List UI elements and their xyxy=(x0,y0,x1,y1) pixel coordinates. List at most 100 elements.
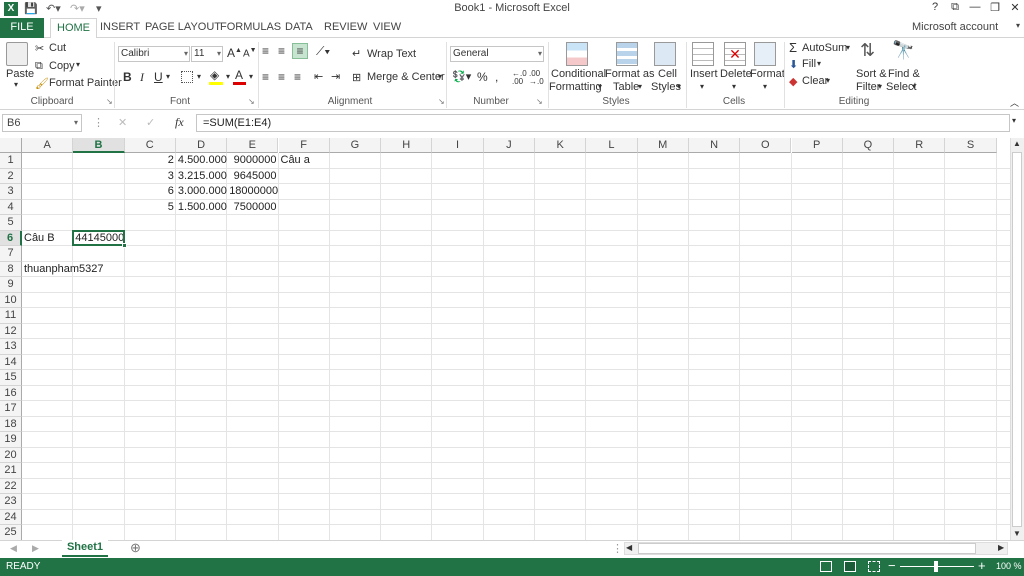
tab-split-handle-icon[interactable]: ⋮ xyxy=(612,542,623,555)
tab-formulas[interactable]: FORMULAS xyxy=(214,18,287,38)
delete-cells-button[interactable]: Delete xyxy=(720,68,752,80)
row-header-24[interactable]: 24 xyxy=(0,509,22,525)
increase-decimal-icon[interactable]: ←.0.00 xyxy=(512,70,527,86)
row-header-9[interactable]: 9 xyxy=(0,277,22,293)
sort-filter-line1[interactable]: Sort & xyxy=(856,68,887,80)
format-painter-icon[interactable]: 🖌 xyxy=(35,77,49,90)
row-header-22[interactable]: 22 xyxy=(0,478,22,494)
font-color-icon[interactable]: A xyxy=(235,68,243,82)
align-center-icon[interactable]: ≡ xyxy=(278,70,285,84)
cell-e3[interactable]: 18000000 xyxy=(229,184,278,199)
sort-filter-line2[interactable]: Filter xyxy=(856,81,880,93)
format-as-table-dropdown-icon[interactable]: ▾ xyxy=(638,82,642,91)
copy-icon[interactable]: ⧉ xyxy=(35,60,43,73)
paste-icon[interactable] xyxy=(6,42,28,66)
percent-icon[interactable]: % xyxy=(477,70,488,84)
currency-icon[interactable]: 💱▾ xyxy=(452,70,471,83)
column-header-b[interactable]: B xyxy=(73,138,125,153)
cut-icon[interactable]: ✂ xyxy=(35,42,44,55)
decrease-decimal-icon[interactable]: .00 →.0 xyxy=(529,70,544,86)
cell-d2[interactable]: 3.215.000 xyxy=(178,169,227,184)
column-header-a[interactable]: A xyxy=(22,138,74,153)
row-header-6[interactable]: 6 xyxy=(0,230,22,246)
format-painter-button[interactable]: Format Painter xyxy=(49,77,122,89)
select-all-corner[interactable] xyxy=(0,138,22,153)
column-header-g[interactable]: G xyxy=(329,138,382,153)
next-sheet-icon[interactable]: ▶ xyxy=(32,543,39,554)
name-box[interactable]: B6 ▾ xyxy=(2,114,82,132)
underline-dropdown-icon[interactable]: ▾ xyxy=(166,72,170,81)
scroll-up-icon[interactable]: ▲ xyxy=(1013,139,1021,148)
column-header-s[interactable]: S xyxy=(945,138,997,153)
clipboard-launcher-icon[interactable]: ↘ xyxy=(106,97,113,106)
column-header-l[interactable]: L xyxy=(586,138,638,153)
cell-f1[interactable]: Câu a xyxy=(281,153,310,168)
delete-cells-icon[interactable]: ✕ xyxy=(724,42,746,66)
worksheet-grid[interactable]: A B C D E F G H I J K L M N O P Q R S 1 2 3 4 5 6 7 8 9 10 11 12 13 14 15… xyxy=(0,138,1010,540)
column-header-o[interactable]: O xyxy=(740,138,792,153)
align-left-icon[interactable]: ≡ xyxy=(262,70,269,84)
clear-dropdown-icon[interactable]: ▾ xyxy=(826,76,830,85)
row-header-15[interactable]: 15 xyxy=(0,370,22,386)
row-header-7[interactable]: 7 xyxy=(0,246,22,262)
cell-e2[interactable]: 9645000 xyxy=(229,169,278,184)
merge-dropdown-icon[interactable]: ▾ xyxy=(438,72,442,81)
format-cells-icon[interactable] xyxy=(754,42,776,66)
row-header-23[interactable]: 23 xyxy=(0,494,22,510)
find-select-icon[interactable]: 🔭 xyxy=(892,40,914,61)
fill-handle[interactable] xyxy=(121,243,127,248)
format-as-table-icon[interactable] xyxy=(616,42,638,66)
cell-c4[interactable]: 5 xyxy=(127,200,176,215)
increase-indent-icon[interactable]: ⇥ xyxy=(331,70,340,83)
expand-formula-bar-icon[interactable]: ▾ xyxy=(1012,116,1016,125)
row-header-3[interactable]: 3 xyxy=(0,184,22,200)
row-header-18[interactable]: 18 xyxy=(0,416,22,432)
ribbon-display-icon[interactable]: ⧉ xyxy=(946,1,964,17)
cell-c3[interactable]: 6 xyxy=(127,184,176,199)
insert-function-button[interactable]: fx xyxy=(175,115,184,130)
font-launcher-icon[interactable]: ↘ xyxy=(248,97,255,106)
page-break-view-icon[interactable] xyxy=(868,561,880,572)
column-header-n[interactable]: N xyxy=(688,138,741,153)
collapse-ribbon-icon[interactable]: ︿ xyxy=(1010,96,1019,109)
fill-color-dropdown-icon[interactable]: ▾ xyxy=(226,72,230,81)
find-select-dropdown-icon[interactable]: ▾ xyxy=(912,82,916,91)
restore-icon[interactable]: ❐ xyxy=(986,1,1004,17)
comma-icon[interactable]: , xyxy=(495,70,498,84)
conditional-formatting-icon[interactable] xyxy=(566,42,588,66)
paste-button[interactable]: Paste xyxy=(6,68,34,80)
sheet-tab-sheet1[interactable]: Sheet1 xyxy=(62,540,108,557)
format-cells-button[interactable]: Format xyxy=(750,68,785,80)
alignment-launcher-icon[interactable]: ↘ xyxy=(438,97,445,106)
grow-font-icon[interactable]: A▲ xyxy=(227,46,242,60)
insert-dropdown-icon[interactable]: ▾ xyxy=(700,82,704,91)
cell-e4[interactable]: 7500000 xyxy=(229,200,278,215)
row-header-17[interactable]: 17 xyxy=(0,401,22,417)
minimize-icon[interactable]: — xyxy=(966,1,984,17)
column-header-e[interactable]: E xyxy=(227,138,279,153)
column-header-i[interactable]: I xyxy=(432,138,484,153)
horizontal-scroll-thumb[interactable] xyxy=(638,543,976,554)
copy-button[interactable]: Copy xyxy=(49,60,75,72)
autosum-dropdown-icon[interactable]: ▾ xyxy=(846,43,850,52)
vertical-scroll-thumb[interactable] xyxy=(1012,152,1022,527)
zoom-level[interactable]: 100 % xyxy=(996,561,1022,571)
align-bottom-icon[interactable]: ≡ xyxy=(292,43,308,59)
zoom-out-icon[interactable]: − xyxy=(888,558,896,573)
row-header-20[interactable]: 20 xyxy=(0,447,22,463)
sort-filter-dropdown-icon[interactable]: ▾ xyxy=(878,82,882,91)
font-color-dropdown-icon[interactable]: ▾ xyxy=(249,72,253,81)
merge-center-button[interactable]: Merge & Center xyxy=(367,71,445,83)
cell-c2[interactable]: 3 xyxy=(127,169,176,184)
clear-icon[interactable]: ◆ xyxy=(789,75,797,88)
column-header-r[interactable]: R xyxy=(894,138,946,153)
column-header-k[interactable]: K xyxy=(535,138,587,153)
row-header-1[interactable]: 1 xyxy=(0,153,22,169)
column-header-f[interactable]: F xyxy=(278,138,330,153)
paste-dropdown-icon[interactable]: ▾ xyxy=(14,80,18,89)
cell-styles-dropdown-icon[interactable]: ▾ xyxy=(677,82,681,91)
scroll-left-icon[interactable]: ◀ xyxy=(626,543,632,552)
insert-cells-icon[interactable] xyxy=(692,42,714,66)
tab-file[interactable]: FILE xyxy=(0,18,44,38)
conditional-formatting-line1[interactable]: Conditional xyxy=(551,68,606,80)
